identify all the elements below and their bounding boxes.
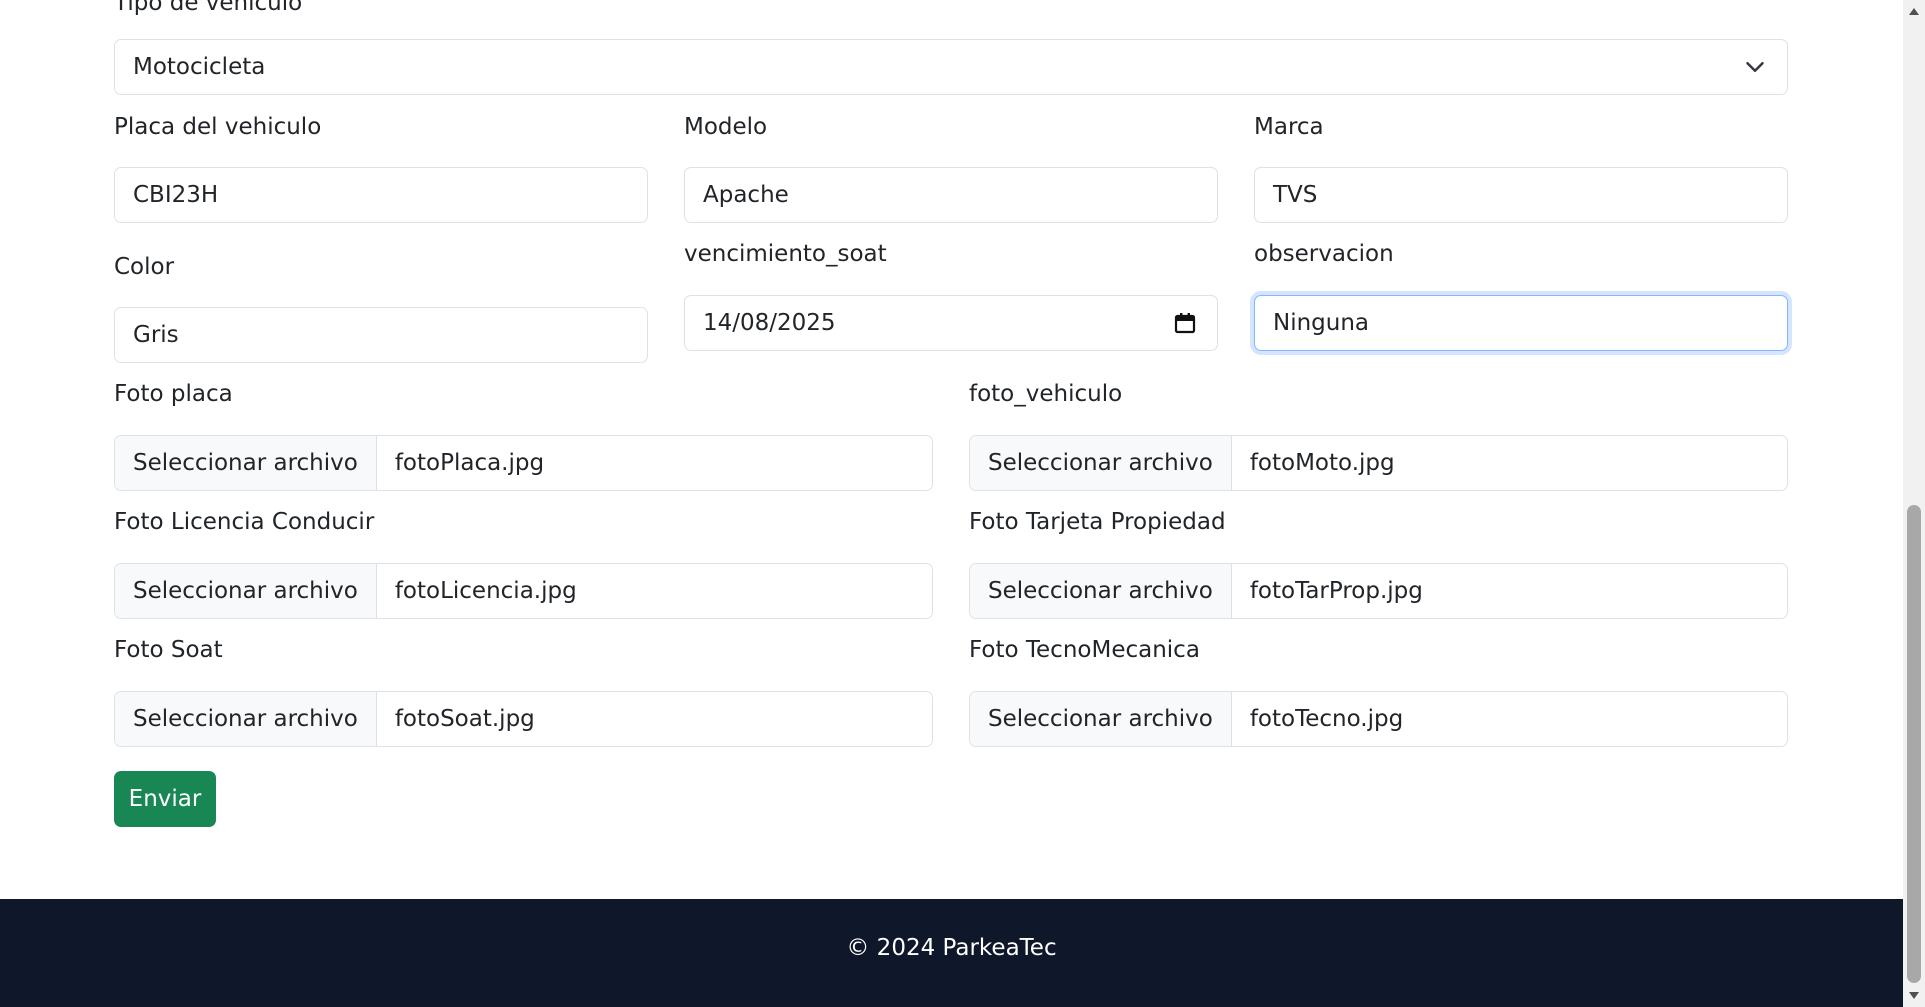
vencimiento-soat-value: 14/08/2025: [703, 310, 836, 336]
marca-label: Marca: [1254, 114, 1324, 140]
foto-tecno-file-input[interactable]: Seleccionar archivo fotoTecno.jpg: [969, 691, 1788, 747]
placa-value: CBI23H: [133, 182, 219, 208]
modelo-label: Modelo: [684, 114, 768, 140]
foto-placa-filename: fotoPlaca.jpg: [394, 450, 545, 476]
marca-value: TVS: [1273, 182, 1318, 208]
scroll-down-arrow-icon[interactable]: [1903, 987, 1925, 1005]
color-label: Color: [114, 254, 175, 280]
foto-vehiculo-select-button[interactable]: Seleccionar archivo: [970, 436, 1232, 490]
footer: © 2024 ParkeaTec: [0, 899, 1903, 1007]
scrollbar-thumb[interactable]: [1907, 505, 1921, 983]
foto-tecno-filename: fotoTecno.jpg: [1249, 706, 1404, 732]
scroll-up-arrow-icon[interactable]: [1903, 2, 1925, 20]
foto-vehiculo-label: foto_vehiculo: [969, 381, 1123, 407]
tipo-vehiculo-value: Motocicleta: [133, 54, 266, 80]
foto-placa-label: Foto placa: [114, 381, 233, 407]
tipo-vehiculo-select[interactable]: Motocicleta: [114, 39, 1788, 95]
placa-label: Placa del vehiculo: [114, 114, 322, 140]
observacion-input[interactable]: Ninguna: [1254, 295, 1788, 351]
placa-input[interactable]: CBI23H: [114, 167, 648, 223]
tipo-vehiculo-label: Tipo de vehiculo: [114, 0, 303, 16]
footer-copyright: © 2024 ParkeaTec: [846, 935, 1057, 961]
observacion-label: observacion: [1254, 241, 1394, 267]
observacion-value: Ninguna: [1273, 310, 1370, 336]
foto-tecno-select-button[interactable]: Seleccionar archivo: [970, 692, 1232, 746]
foto-tarjeta-filename: fotoTarProp.jpg: [1249, 578, 1423, 604]
foto-soat-file-input[interactable]: Seleccionar archivo fotoSoat.jpg: [114, 691, 933, 747]
foto-placa-select-button[interactable]: Seleccionar archivo: [115, 436, 377, 490]
foto-soat-filename: fotoSoat.jpg: [394, 706, 535, 732]
vencimiento-soat-input[interactable]: 14/08/2025: [684, 295, 1218, 351]
page-viewport: Tipo de vehiculo Motocicleta Placa del v…: [0, 0, 1903, 1007]
foto-vehiculo-file-input[interactable]: Seleccionar archivo fotoMoto.jpg: [969, 435, 1788, 491]
foto-tarjeta-select-button[interactable]: Seleccionar archivo: [970, 564, 1232, 618]
foto-placa-file-input[interactable]: Seleccionar archivo fotoPlaca.jpg: [114, 435, 933, 491]
color-input[interactable]: Gris: [114, 307, 648, 363]
vencimiento-soat-label: vencimiento_soat: [684, 241, 887, 267]
color-value: Gris: [133, 322, 179, 348]
marca-input[interactable]: TVS: [1254, 167, 1788, 223]
chevron-down-icon: [1746, 62, 1764, 72]
modelo-value: Apache: [703, 182, 789, 208]
foto-licencia-filename: fotoLicencia.jpg: [394, 578, 577, 604]
foto-licencia-file-input[interactable]: Seleccionar archivo fotoLicencia.jpg: [114, 563, 933, 619]
foto-soat-select-button[interactable]: Seleccionar archivo: [115, 692, 377, 746]
vertical-scrollbar[interactable]: [1903, 0, 1925, 1007]
foto-tarjeta-file-input[interactable]: Seleccionar archivo fotoTarProp.jpg: [969, 563, 1788, 619]
foto-licencia-label: Foto Licencia Conducir: [114, 509, 375, 535]
foto-tecno-label: Foto TecnoMecanica: [969, 637, 1200, 663]
enviar-button[interactable]: Enviar: [114, 771, 216, 827]
foto-vehiculo-filename: fotoMoto.jpg: [1249, 450, 1395, 476]
foto-soat-label: Foto Soat: [114, 637, 223, 663]
foto-licencia-select-button[interactable]: Seleccionar archivo: [115, 564, 377, 618]
foto-tarjeta-label: Foto Tarjeta Propiedad: [969, 509, 1226, 535]
calendar-icon[interactable]: [1173, 311, 1197, 335]
modelo-input[interactable]: Apache: [684, 167, 1218, 223]
